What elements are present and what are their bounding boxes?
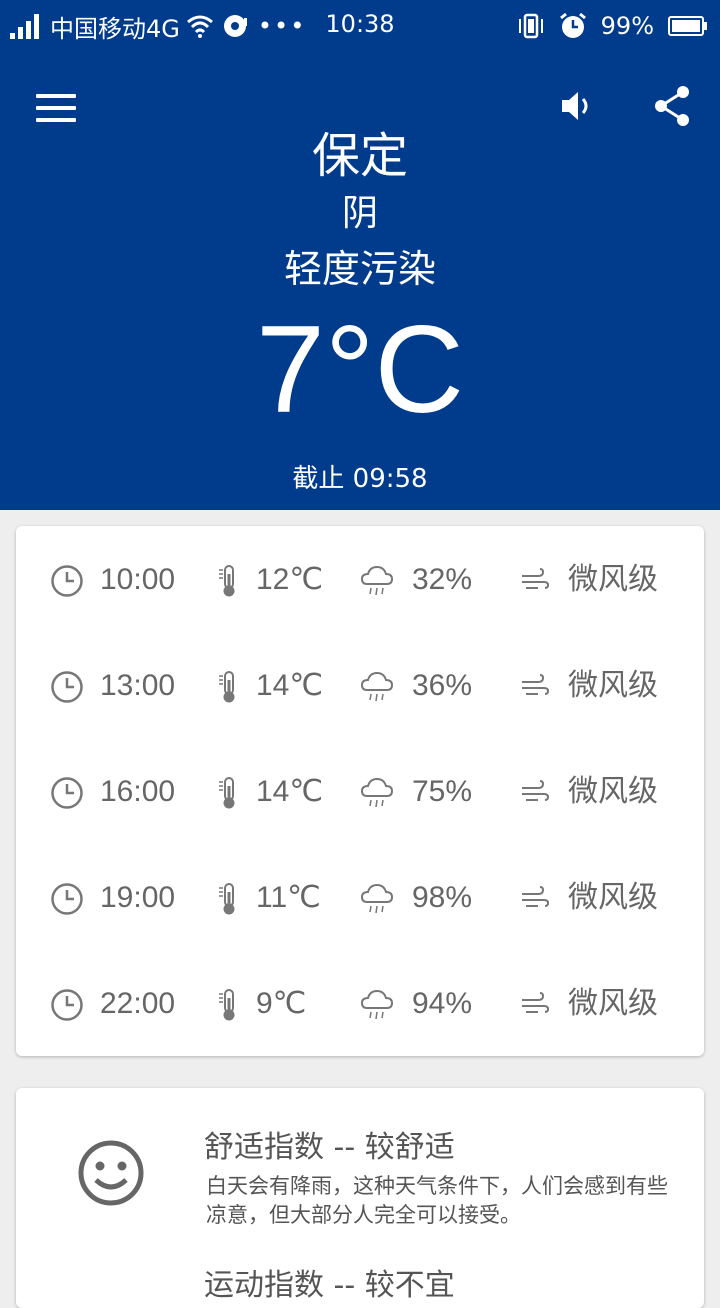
air-quality: 轻度污染 xyxy=(283,247,436,291)
status-bar: 中国移动4G ••• 10:38 99% xyxy=(0,0,720,52)
forecast-wind: 微风级 xyxy=(568,881,658,914)
smiley-face-icon xyxy=(78,1140,144,1206)
forecast-wind: 微风级 xyxy=(568,987,658,1020)
comfort-index-title: 舒适指数 -- 较舒适 xyxy=(204,1130,455,1165)
forecast-precip: 75% xyxy=(412,775,473,808)
forecast-temp: 14℃ xyxy=(256,669,324,702)
weather-condition: 阴 xyxy=(341,193,378,234)
vibrate-icon xyxy=(518,13,543,39)
forecast-precip: 98% xyxy=(412,881,473,914)
forecast-precip: 94% xyxy=(412,987,473,1020)
forecast-time: 16:00 xyxy=(100,775,176,808)
battery-icon xyxy=(668,16,707,36)
city-name: 保定 xyxy=(311,128,408,184)
forecast-row: 13:00 14℃ 36% 微风级 xyxy=(16,656,704,716)
clock-icon xyxy=(51,777,83,809)
forecast-temp: 9℃ xyxy=(256,987,307,1020)
rain-cloud-icon xyxy=(360,989,394,1020)
forecast-wind: 微风级 xyxy=(568,669,658,702)
rain-cloud-icon xyxy=(360,671,394,702)
rain-cloud-icon xyxy=(360,777,394,808)
hourly-forecast-card: 10:00 12℃ 32% 微风级 13:00 14℃ 36% 微风级 16:0… xyxy=(16,526,704,1056)
forecast-wind: 微风级 xyxy=(568,563,658,596)
forecast-temp: 14℃ xyxy=(256,775,324,808)
forecast-row: 22:00 9℃ 94% 微风级 xyxy=(16,974,704,1034)
clock-icon xyxy=(51,883,83,915)
forecast-row: 10:00 12℃ 32% 微风级 xyxy=(16,550,704,610)
sport-index-title: 运动指数 -- 较不宜 xyxy=(204,1268,455,1303)
life-index-card: 舒适指数 -- 较舒适 白天会有降雨，这种天气条件下，人们会感到有些凉意，但大部… xyxy=(16,1088,704,1308)
forecast-time: 19:00 xyxy=(100,881,176,914)
forecast-time: 13:00 xyxy=(100,669,176,702)
thermometer-icon xyxy=(219,671,235,703)
thermometer-icon xyxy=(219,565,235,597)
clock-icon xyxy=(51,671,83,703)
update-time: 截止 09:58 xyxy=(292,464,428,494)
forecast-temp: 11℃ xyxy=(256,881,321,914)
wind-icon xyxy=(522,886,550,907)
forecast-precip: 32% xyxy=(412,563,473,596)
forecast-temp: 12℃ xyxy=(256,563,324,596)
forecast-row: 19:00 11℃ 98% 微风级 xyxy=(16,868,704,928)
status-right: 99% xyxy=(503,8,708,44)
wind-icon xyxy=(522,992,550,1013)
clock-icon xyxy=(51,989,83,1021)
forecast-time: 22:00 xyxy=(100,987,176,1020)
forecast-row: 16:00 14℃ 75% 微风级 xyxy=(16,762,704,822)
wind-icon xyxy=(522,674,550,695)
weather-header: 保定 阴 轻度污染 7°C 截止 09:58 xyxy=(0,52,720,510)
forecast-wind: 微风级 xyxy=(568,775,658,808)
thermometer-icon xyxy=(219,883,235,915)
forecast-time: 10:00 xyxy=(100,563,176,596)
rain-cloud-icon xyxy=(360,565,394,596)
alarm-icon xyxy=(559,12,586,38)
current-temperature: 7°C xyxy=(255,301,465,439)
rain-cloud-icon xyxy=(360,883,394,914)
thermometer-icon xyxy=(219,989,235,1021)
forecast-precip: 36% xyxy=(412,669,473,702)
wind-icon xyxy=(522,780,550,801)
comfort-index-description: 白天会有降雨，这种天气条件下，人们会感到有些凉意，但大部分人完全可以接受。 xyxy=(206,1174,668,1227)
thermometer-icon xyxy=(219,777,235,809)
clock-icon xyxy=(51,565,83,597)
battery-label: 99% xyxy=(600,12,654,40)
wind-icon xyxy=(522,568,550,589)
